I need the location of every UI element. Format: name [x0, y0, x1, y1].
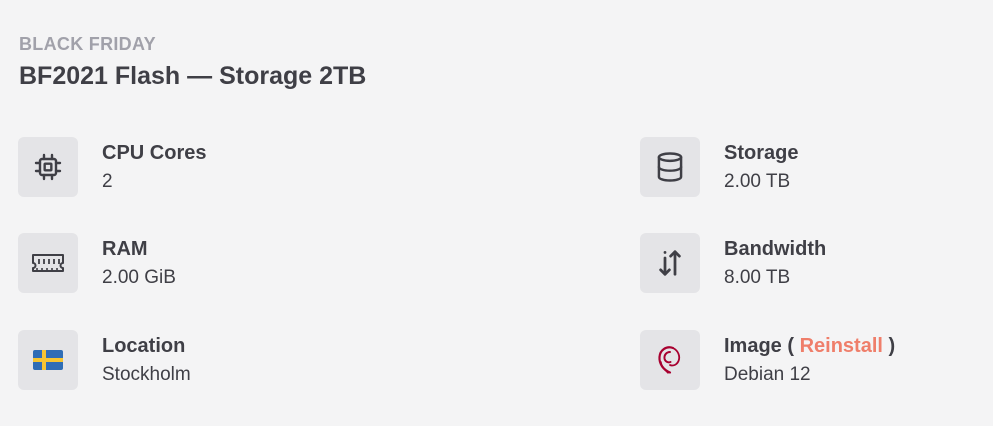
- image-label-suffix: ): [888, 335, 896, 357]
- spec-label-cpu: CPU Cores: [102, 142, 207, 164]
- spec-value-ram: 2.00 GiB: [102, 267, 176, 288]
- spec-value-storage: 2.00 TB: [724, 171, 791, 192]
- page-header: BLACK FRIDAY BF2021 Flash — Storage 2TB: [19, 33, 366, 91]
- spec-image: Image ( Reinstall ) Debian 12: [640, 330, 895, 390]
- spec-value-cpu: 2: [102, 171, 113, 192]
- arrows-up-down-icon: [640, 233, 700, 293]
- database-icon: [640, 137, 700, 197]
- spec-label-ram: RAM: [102, 238, 148, 260]
- spec-value-bandwidth: 8.00 TB: [724, 267, 791, 288]
- debian-logo-icon: [640, 330, 700, 390]
- page-title: BF2021 Flash — Storage 2TB: [19, 62, 367, 90]
- spec-label-storage: Storage: [724, 142, 799, 164]
- spec-bandwidth: Bandwidth 8.00 TB: [640, 233, 826, 293]
- spec-value-location: Stockholm: [102, 364, 191, 385]
- spec-ram: RAM 2.00 GiB: [18, 233, 176, 293]
- spec-label-bandwidth: Bandwidth: [724, 238, 827, 260]
- spec-storage: Storage 2.00 TB: [640, 137, 798, 197]
- spec-label-image: Image ( Reinstall ): [724, 333, 895, 359]
- spec-location: Location Stockholm: [18, 330, 191, 390]
- memory-icon: [18, 233, 78, 293]
- image-label-prefix: Image (: [724, 335, 795, 357]
- spec-label-location: Location: [102, 335, 186, 357]
- spec-cpu-cores: CPU Cores 2: [18, 137, 206, 197]
- cpu-icon: [18, 137, 78, 197]
- reinstall-link[interactable]: Reinstall: [800, 335, 883, 357]
- sweden-flag-icon: [18, 330, 78, 390]
- promo-eyebrow: BLACK FRIDAY: [19, 34, 156, 54]
- spec-value-image: Debian 12: [724, 364, 811, 385]
